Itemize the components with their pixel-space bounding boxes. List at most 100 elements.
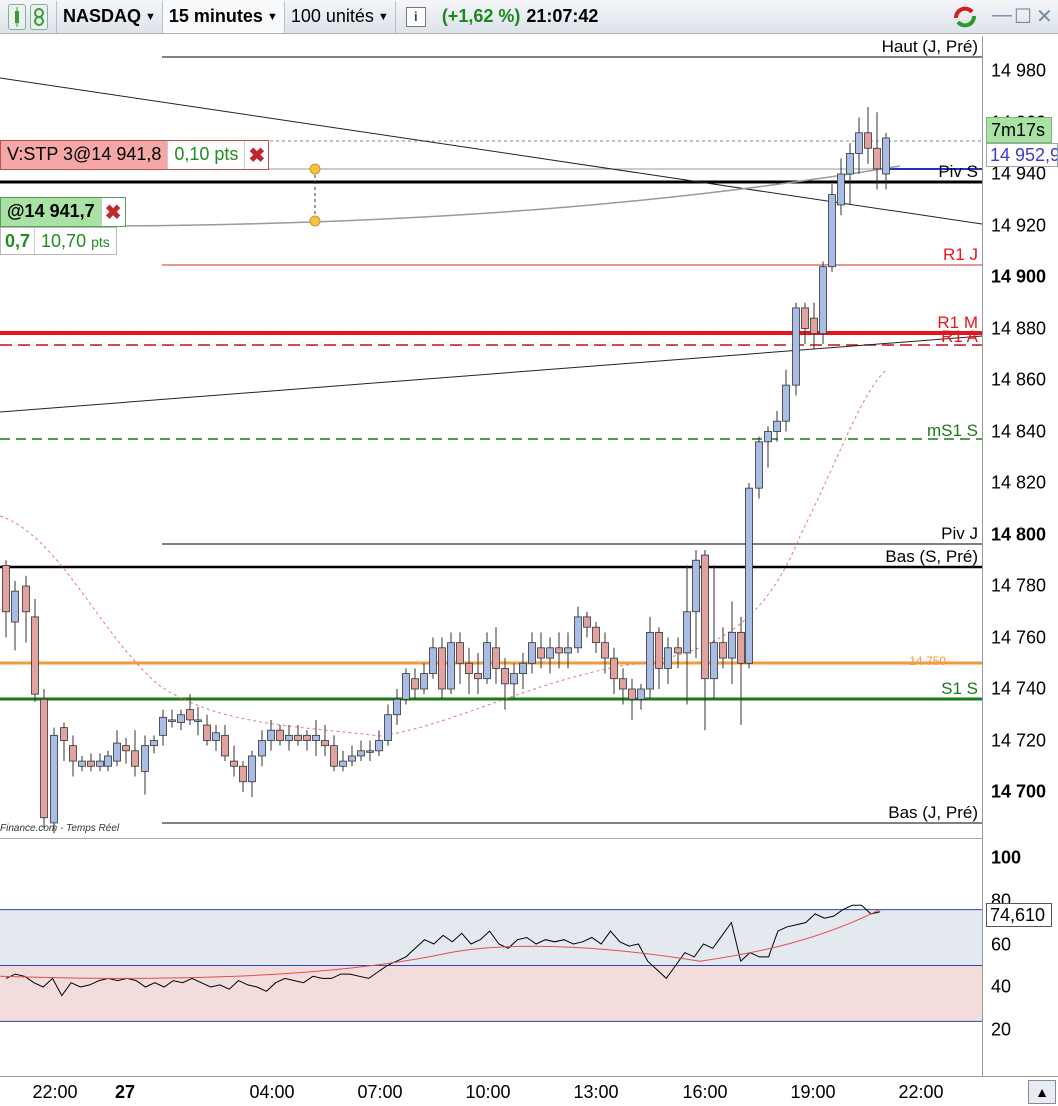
units-selector[interactable]: 100 unités ▼ <box>285 0 396 33</box>
time-axis-label: 13:00 <box>573 1082 619 1102</box>
price-axis-label: 14 800 <box>991 524 1047 544</box>
candle-body <box>150 740 158 747</box>
candle-body <box>664 647 672 669</box>
stop-order-box[interactable]: V:STP 3@14 941,8 0,10 pts ✖ <box>0 140 270 170</box>
candle-body <box>230 760 238 767</box>
order-handle <box>309 215 321 227</box>
level-label-pivot-week: Piv S <box>938 162 978 181</box>
price-info: i (+1,62 %) 21:07:42 <box>396 1 605 33</box>
maximize-icon[interactable]: ☐ <box>1014 4 1032 29</box>
timeframe-selector[interactable]: 15 minutes ▼ <box>162 0 285 33</box>
candle-body <box>719 642 727 659</box>
position-pnl-points: 10,70 pts <box>35 228 116 254</box>
candle-body <box>510 673 518 685</box>
candle-body <box>96 760 104 767</box>
minimize-icon[interactable]: — <box>992 4 1012 27</box>
candle-body <box>384 714 392 741</box>
rsi-lower-band <box>0 965 982 1022</box>
candle-body <box>610 657 618 680</box>
candle-body <box>330 745 338 767</box>
candle-body <box>78 760 86 767</box>
level-label-high-day: Haut (J, Pré) <box>881 37 978 56</box>
price-axis-label: 14 780 <box>991 575 1047 596</box>
candle-body <box>592 626 600 644</box>
candle-body <box>402 673 410 700</box>
time-axis-label: 27 <box>114 1082 136 1102</box>
time-axis-label: 22:00 <box>898 1082 944 1102</box>
chart-toolbar: NASDAQ ▼ 15 minutes ▼ 100 unités ▼ i (+1… <box>0 0 1058 34</box>
candle-body <box>882 137 890 175</box>
candle-body <box>438 647 446 690</box>
chevron-down-icon: ▼ <box>145 10 156 23</box>
time-axis-label: 07:00 <box>357 1082 403 1102</box>
candle-body <box>583 616 591 628</box>
candle-body <box>258 740 266 757</box>
rsi-upper-band <box>0 909 982 966</box>
candle-body <box>773 420 781 432</box>
candle-body <box>574 616 582 649</box>
stop-order-label: V:STP 3@14 941,8 <box>1 141 168 169</box>
instrument-selector[interactable]: NASDAQ ▼ <box>57 0 163 33</box>
candle-body <box>701 554 709 680</box>
price-axis-label: 14 760 <box>991 627 1047 647</box>
candle-body <box>177 714 185 723</box>
candlestick-type-button[interactable] <box>0 0 57 33</box>
candle-body <box>646 631 654 690</box>
candle-body <box>801 307 809 329</box>
candlestick-icon <box>8 3 26 30</box>
candle-body <box>619 678 627 690</box>
candle-body <box>864 132 872 149</box>
candle-body <box>194 719 202 722</box>
level-label-low-day: Bas (J, Pré) <box>888 803 978 822</box>
rsi-axis-label: 40 <box>991 976 1012 997</box>
candle-body <box>492 647 500 669</box>
position-box[interactable]: @14 941,7 ✖ <box>0 197 126 227</box>
candle-body <box>501 668 509 685</box>
chevron-down-icon: ▼ <box>266 10 278 23</box>
candle-body <box>348 755 356 762</box>
link-icon <box>30 3 48 30</box>
candle-body <box>104 755 112 767</box>
candle-body <box>474 673 482 680</box>
level-label-r1-year: R1 A <box>941 327 978 346</box>
candle-body <box>131 750 139 767</box>
candle-body <box>846 153 854 175</box>
time-axis-label: 10:00 <box>465 1082 511 1102</box>
candle-body <box>528 642 536 664</box>
candle-body <box>792 307 800 386</box>
candle-body <box>2 565 10 613</box>
candle-body <box>810 317 818 335</box>
candle-body <box>159 716 167 736</box>
refresh-icon[interactable] <box>950 4 980 36</box>
candle-body <box>11 590 19 623</box>
info-icon[interactable]: i <box>405 6 426 27</box>
candle-body <box>303 734 311 741</box>
position-pnl: 0,7 10,70 pts <box>0 227 117 255</box>
candle-body <box>87 760 95 767</box>
candle-body <box>764 431 772 443</box>
close-icon[interactable]: ✖ <box>100 198 125 226</box>
chevron-down-icon: ▼ <box>377 10 389 23</box>
level-label-r1-day: R1 J <box>943 245 978 264</box>
level-label-pivot-day: Piv J <box>941 524 978 543</box>
candle-body <box>276 729 284 741</box>
time-axis[interactable]: 22:00 27 04:00 07:00 10:00 13:00 16:00 19:00 22:… <box>0 1076 1058 1106</box>
price-axis-label: 14 860 <box>991 369 1047 390</box>
candle-body <box>312 734 320 741</box>
candle-body <box>555 647 563 654</box>
price-axis-label: 14 820 <box>991 472 1047 493</box>
candle-body <box>122 745 130 752</box>
candle-body <box>294 734 302 741</box>
scroll-right-icon[interactable]: ▲ <box>1028 1080 1056 1104</box>
candle-body <box>637 688 645 700</box>
candle-body <box>429 647 437 674</box>
level-label-low-week: Bas (S, Pré) <box>885 547 978 566</box>
price-axis-label: 14 700 <box>991 781 1047 802</box>
candle-body <box>339 760 347 767</box>
candle-body <box>375 740 383 752</box>
close-icon[interactable]: ✖ <box>244 141 269 169</box>
close-icon[interactable]: ✕ <box>1036 4 1053 29</box>
candle-body <box>50 734 58 824</box>
candle-body <box>692 559 700 613</box>
position-points-value: 10,70 <box>41 231 87 251</box>
